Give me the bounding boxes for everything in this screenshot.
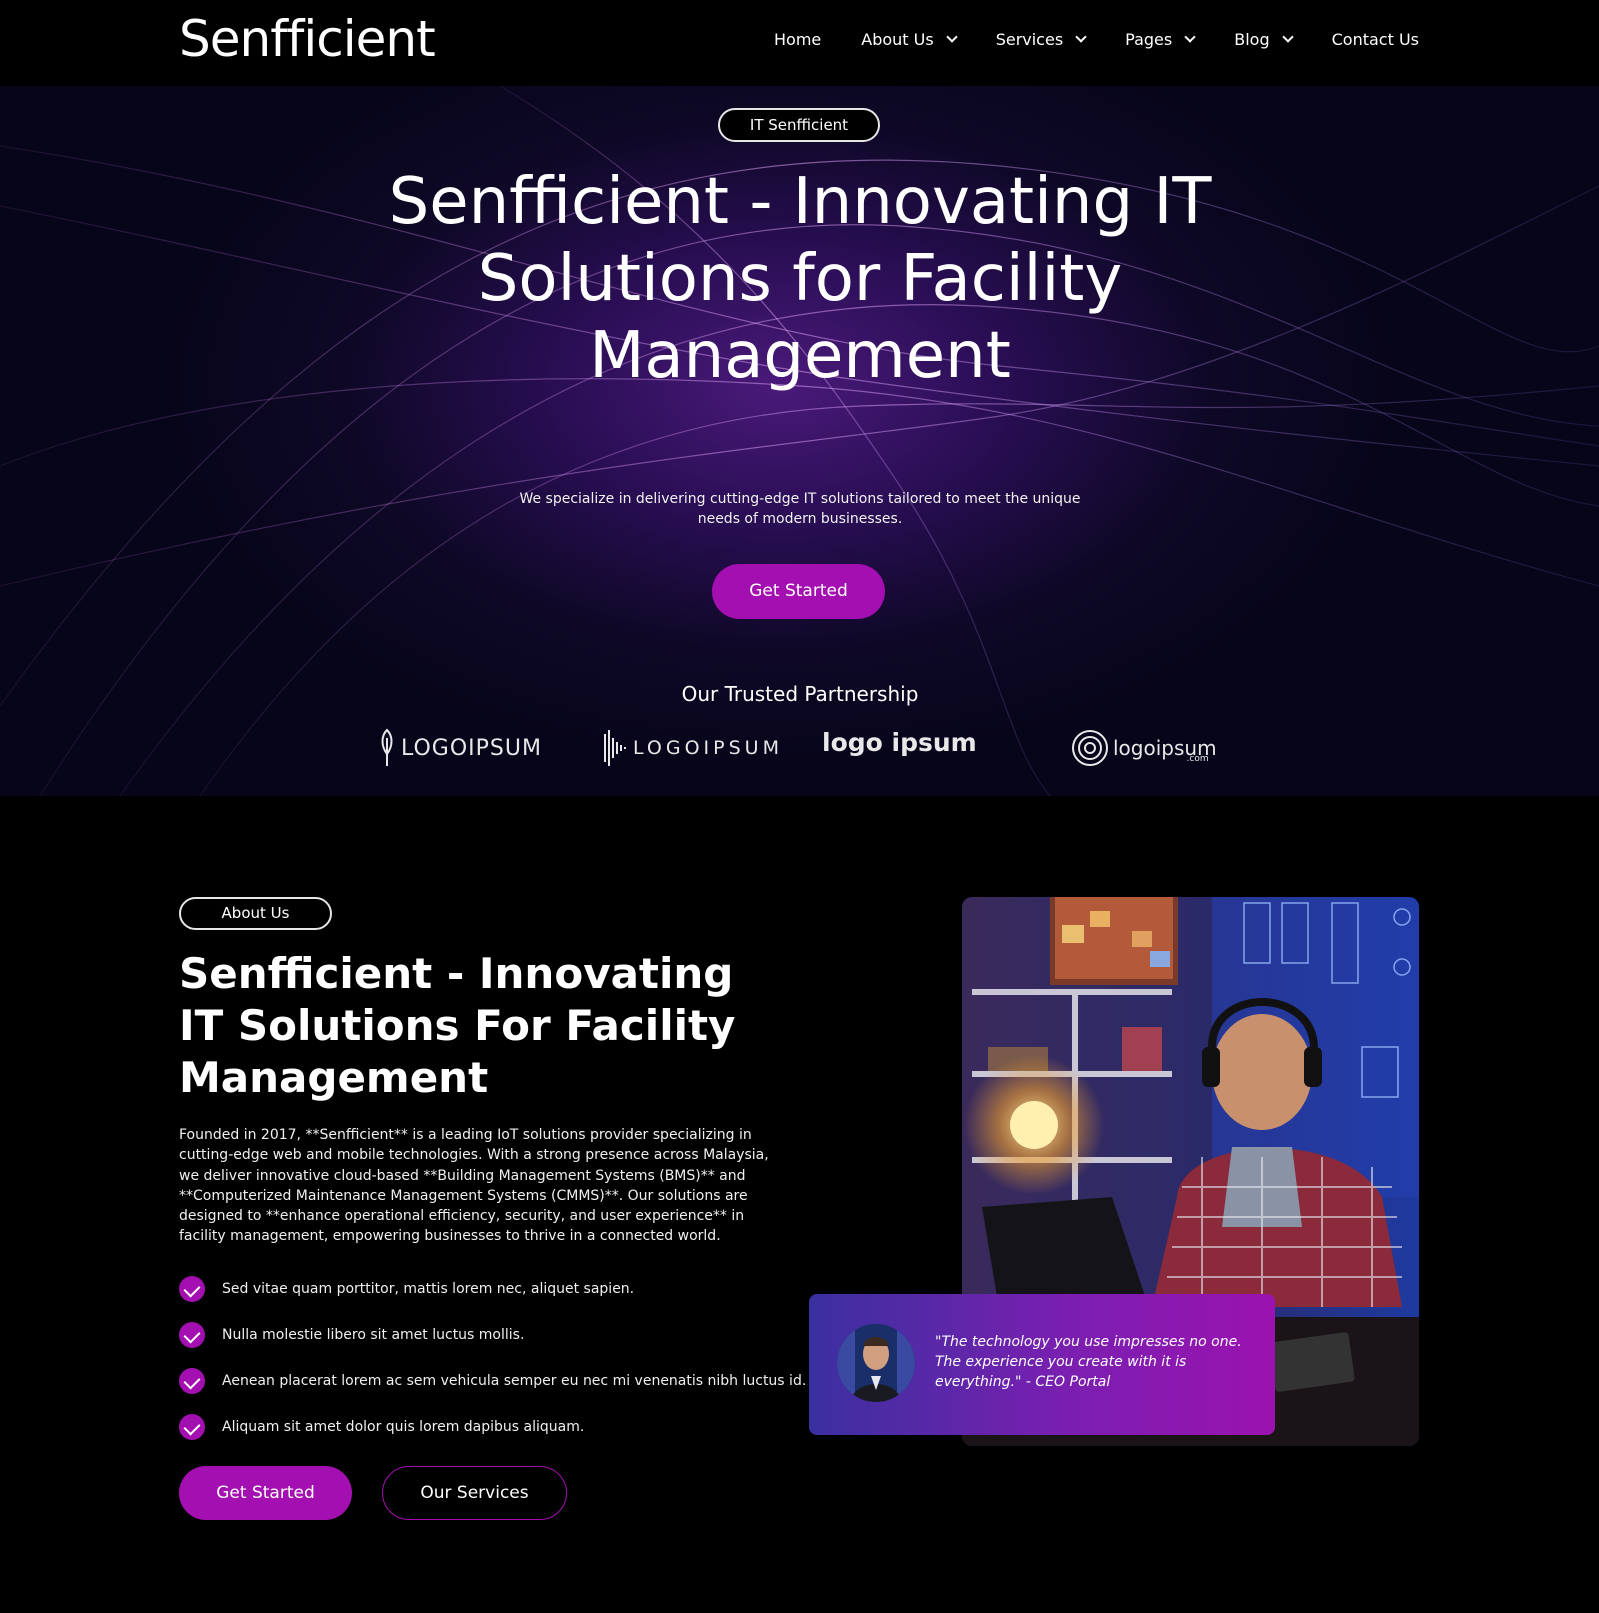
nav-item-label: Services [995,30,1064,49]
nav-item-about[interactable]: About Us [861,30,958,49]
about-get-started-button[interactable]: Get Started [179,1466,352,1520]
partner-logos: LOGOIPSUM LOGOIPSUM logo ipsum logoipsum [0,724,1599,784]
hero-section: IT Senfficient Senfficient - Innovating … [0,86,1599,796]
partner-logo-4: logoipsum .com [1071,728,1217,768]
our-services-button[interactable]: Our Services [382,1466,567,1520]
hero-subtitle: We specialize in delivering cutting-edge… [519,491,1081,527]
spiral-icon [1072,730,1108,766]
top-navbar: Senfficient Home About Us Services Pages… [0,0,1599,86]
chevron-down-icon [1184,31,1196,43]
partners-title: Our Trusted Partnership [681,682,919,706]
nav-item-services[interactable]: Services [995,30,1087,49]
check-icon [179,1368,205,1394]
list-item: Sed vitae quam porttitor, mattis lorem n… [179,1266,829,1312]
nav-item-home[interactable]: Home [774,30,821,49]
chevron-down-icon [1281,31,1294,43]
ceo-avatar-image [837,1324,915,1402]
about-title: Senfficient - Innovating IT Solutions Fo… [179,949,736,1102]
list-item: Aliquam sit amet dolor quis lorem dapibu… [179,1404,829,1450]
nav-item-label: Home [774,30,822,49]
list-item-text: Aenean placerat lorem ac sem vehicula se… [222,1373,807,1389]
list-item: Nulla molestie libero sit amet luctus mo… [179,1312,829,1358]
partner-logo-text: LOGOIPSUM [633,737,783,759]
about-description: Founded in 2017, **Senfficient** is a le… [179,1127,769,1245]
nav-menu: Home About Us Services Pages Blog Contac… [734,30,1419,49]
nav-item-label: Blog [1234,30,1270,49]
partner-logo-text: LOGOIPSUM [401,735,542,761]
check-icon [179,1322,205,1348]
testimonial-card: "The technology you use impresses no one… [809,1294,1275,1435]
partner-logo-text: logo ipsum [822,728,977,757]
nav-item-label: Pages [1125,30,1173,49]
feature-checklist: Sed vitae quam porttitor, mattis lorem n… [179,1266,829,1450]
list-item-text: Nulla molestie libero sit amet luctus mo… [222,1327,525,1343]
hero-title: Senfficient - Innovating IT Solutions fo… [388,165,1212,393]
check-icon [179,1276,205,1302]
chevron-down-icon [1075,31,1087,43]
partner-logo-3: logo ipsum [822,728,977,757]
nav-item-contact[interactable]: Contact Us [1332,30,1419,49]
partner-logo-2: LOGOIPSUM [603,728,783,768]
list-item: Aenean placerat lorem ac sem vehicula se… [179,1358,829,1404]
leaf-icon [381,728,393,766]
partner-logo-suffix: .com [1186,754,1209,764]
testimonial-quote: "The technology you use impresses no one… [935,1334,1242,1390]
list-item-text: Aliquam sit amet dolor quis lorem dapibu… [222,1419,585,1435]
nav-item-pages[interactable]: Pages [1125,30,1196,49]
nav-item-label: About Us [861,30,934,49]
check-icon [179,1414,205,1440]
get-started-button[interactable]: Get Started [712,564,885,619]
chevron-down-icon [946,31,958,43]
hero-tag: IT Senfficient [718,108,880,142]
brand-logo[interactable]: Senfficient [179,10,436,68]
about-tag: About Us [179,897,332,930]
avatar [837,1324,915,1402]
soundwave-icon [604,730,626,766]
nav-item-label: Contact Us [1331,30,1419,49]
nav-item-blog[interactable]: Blog [1234,30,1294,49]
partner-logo-1: LOGOIPSUM [379,728,542,768]
list-item-text: Sed vitae quam porttitor, mattis lorem n… [222,1281,635,1297]
